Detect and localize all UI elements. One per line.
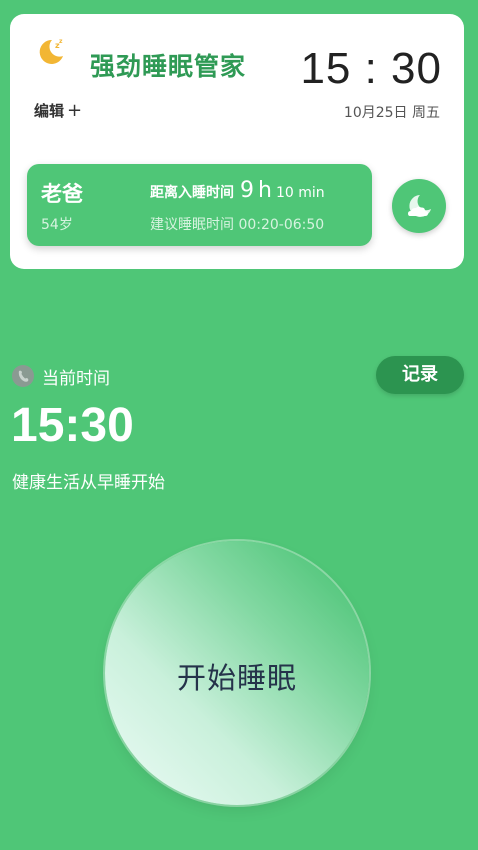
current-time-label: 当前时间 [42, 369, 110, 389]
moon-cloud-button[interactable] [392, 179, 446, 233]
svg-text:z: z [59, 38, 63, 45]
moon-zzz-icon: z z [34, 34, 68, 68]
clock-icon [12, 365, 34, 387]
plus-icon: + [67, 100, 83, 121]
countdown-label: 距离入睡时间 [150, 185, 234, 201]
start-sleep-label: 开始睡眠 [176, 661, 297, 695]
start-sleep-button[interactable]: 开始睡眠 [105, 541, 369, 805]
countdown-minutes: 10 min [275, 185, 325, 201]
member-age: 54岁 [41, 217, 73, 233]
current-time: 15:30 [11, 399, 134, 452]
sleep-countdown: 距离入睡时间 9 h 10 min [150, 178, 325, 203]
suggested-sleep-time: 建议睡眠时间 00:20-06:50 [150, 217, 325, 233]
member-card[interactable]: 老爸 54岁 距离入睡时间 9 h 10 min 建议睡眠时间 00:20-06:50 [27, 164, 372, 246]
slogan: 健康生活从早睡开始 [12, 473, 165, 493]
edit-button[interactable]: 编辑 + [34, 100, 82, 121]
header-clock: 15 : 30 [300, 44, 442, 93]
countdown-hours: 9 [240, 178, 254, 203]
edit-label: 编辑 [34, 102, 65, 120]
header-card: z z 强劲睡眠管家 15 : 30 10月25日 周五 编辑 + 老爸 54岁 … [10, 14, 464, 269]
member-name: 老爸 [41, 182, 83, 206]
countdown-hours-unit: h [258, 178, 272, 203]
app-title: 强劲睡眠管家 [90, 52, 247, 81]
moon-cloud-icon [408, 195, 431, 217]
header-date: 10月25日 周五 [343, 105, 440, 121]
record-button[interactable]: 记录 [376, 356, 464, 394]
